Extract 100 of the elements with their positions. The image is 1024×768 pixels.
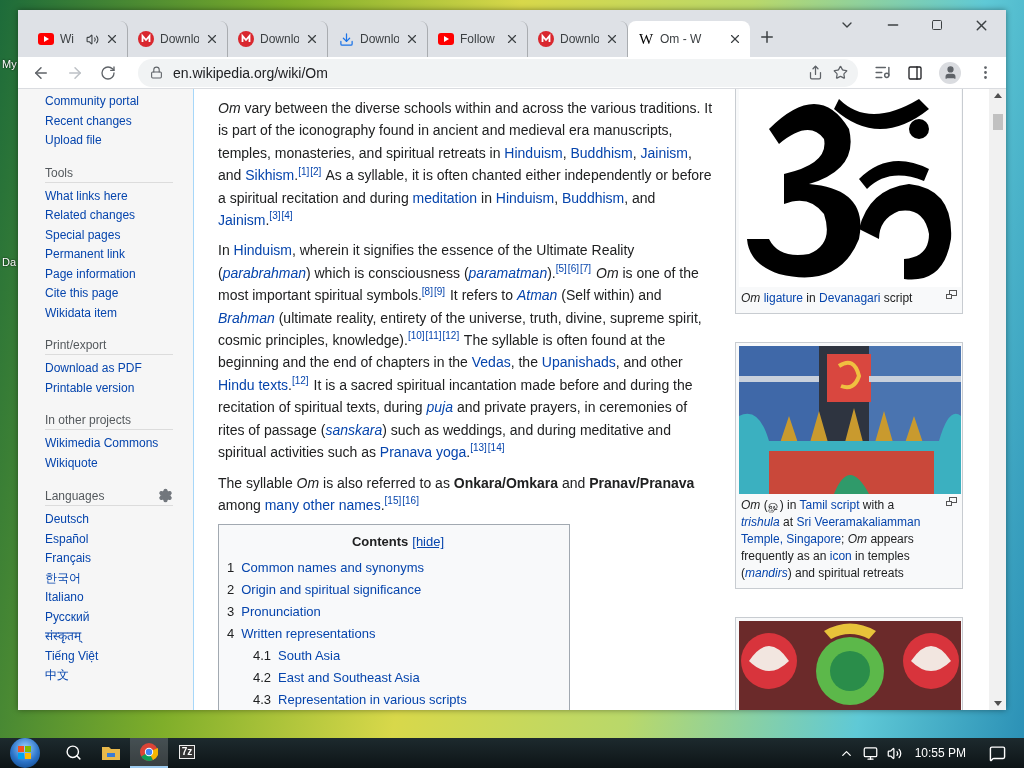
network-icon[interactable] (862, 745, 878, 761)
link[interactable]: Vedas (471, 354, 511, 371)
link[interactable]: paramatman (468, 264, 548, 281)
reference-link[interactable]: [7] (580, 263, 592, 275)
hide-link[interactable]: [hide] (412, 534, 445, 550)
star-icon[interactable] (833, 65, 848, 80)
settings-icon[interactable] (158, 488, 173, 503)
browser-tab[interactable]: Downlo (128, 21, 228, 57)
link[interactable]: Devanagari (819, 291, 881, 305)
link[interactable]: Brahman (218, 309, 275, 326)
scroll-down-icon[interactable] (993, 701, 1002, 706)
link[interactable]: Atman (516, 287, 558, 304)
browser-tab[interactable]: Wi (28, 21, 128, 57)
sidebar-link[interactable]: What links here (45, 186, 193, 206)
reference-link[interactable]: [10] (407, 330, 425, 342)
speaker-icon[interactable] (86, 32, 99, 46)
close-icon[interactable] (728, 32, 742, 46)
taskbar-app[interactable]: 7z (168, 738, 206, 768)
link[interactable]: icon (829, 549, 852, 563)
toc-link[interactable]: Origin and spiritual significance (241, 579, 422, 602)
link[interactable]: Sri Veeramakaliamman (796, 515, 921, 529)
address-bar[interactable]: en.wikipedia.org/wiki/Om (138, 58, 858, 87)
sidebar-link[interactable]: Special pages (45, 225, 193, 245)
toc-link[interactable]: Representation in various scripts (278, 689, 467, 710)
reference-link[interactable]: [4] (281, 210, 293, 222)
reference-link[interactable]: [16] (402, 495, 419, 507)
toc-link[interactable]: Common names and synonyms (241, 557, 425, 580)
sidebar-link[interactable]: Français (45, 549, 193, 569)
scrollbar[interactable] (989, 89, 1006, 710)
desktop-icon-label[interactable]: My (0, 58, 18, 70)
close-icon[interactable] (505, 32, 519, 46)
toc-link[interactable]: Written representations (241, 623, 376, 646)
sidebar-link[interactable]: Deutsch (45, 510, 193, 530)
sidebar-link[interactable]: Page information (45, 264, 193, 284)
sidebar-link[interactable]: Community portal (45, 92, 193, 112)
sidebar-link[interactable]: Italiano (45, 588, 193, 608)
link[interactable]: meditation (412, 189, 478, 206)
browser-tab[interactable]: Downlo (228, 21, 328, 57)
sidebar-link[interactable]: Download as PDF (45, 359, 193, 379)
share-icon[interactable] (808, 65, 823, 80)
sidebar-link[interactable]: Tiếng Việt (45, 646, 193, 666)
link[interactable]: Hinduism (233, 242, 292, 259)
browser-tab[interactable]: W Om - W (628, 21, 750, 57)
link[interactable]: sanskara (325, 421, 383, 438)
reference-link[interactable]: [12] (442, 330, 460, 342)
profile-avatar[interactable] (939, 61, 961, 84)
sidebar-link[interactable]: Wikimedia Commons (45, 434, 193, 454)
maximize-icon[interactable] (931, 19, 943, 31)
link[interactable]: Upanishads (541, 354, 616, 371)
reference-link[interactable]: [15] (384, 495, 402, 507)
reference-link[interactable]: [8] (421, 285, 433, 297)
reference-link[interactable]: [5] (555, 263, 567, 275)
sidebar-link[interactable]: Wikidata item (45, 303, 193, 323)
sidebar-link[interactable]: Upload file (45, 131, 193, 151)
reference-link[interactable]: [2] (310, 165, 322, 177)
link[interactable]: mandirs (745, 566, 788, 580)
close-icon[interactable] (605, 32, 619, 46)
close-icon[interactable] (105, 32, 119, 46)
sidebar-link[interactable]: Printable version (45, 378, 193, 398)
taskbar-app[interactable] (130, 738, 168, 768)
scroll-up-icon[interactable] (993, 93, 1002, 98)
browser-tab[interactable]: Downlo (328, 21, 428, 57)
reference-link[interactable]: [12] (291, 375, 309, 387)
toc-link[interactable]: Pronunciation (241, 601, 321, 624)
link[interactable]: parabrahman (222, 264, 306, 281)
enlarge-icon[interactable] (946, 497, 957, 506)
browser-tab[interactable]: Follow (428, 21, 528, 57)
link[interactable]: Buddhism (570, 144, 633, 161)
toc-link[interactable]: South Asia (278, 645, 341, 668)
link[interactable]: ligature (763, 291, 804, 305)
close-icon[interactable] (205, 32, 219, 46)
sidebar-link[interactable]: Related changes (45, 206, 193, 226)
reference-link[interactable]: [6] (567, 263, 579, 275)
side-panel-icon[interactable] (907, 64, 923, 81)
reference-link[interactable]: [9] (433, 285, 446, 297)
volume-icon[interactable] (886, 745, 902, 761)
close-icon[interactable] (305, 32, 319, 46)
link[interactable]: many other names (264, 496, 381, 513)
link[interactable]: Tamil script (799, 498, 860, 512)
close-icon[interactable] (405, 32, 419, 46)
link[interactable]: puja (426, 399, 453, 416)
sidebar-link[interactable]: Cite this page (45, 284, 193, 304)
link[interactable]: Jainism (640, 144, 688, 161)
sidebar-link[interactable]: संस्कृतम् (45, 627, 193, 647)
toc-link[interactable]: East and Southeast Asia (278, 667, 420, 690)
reference-link[interactable]: [3] (269, 210, 281, 222)
scrollbar-thumb[interactable] (992, 114, 1003, 130)
reload-icon[interactable] (100, 64, 116, 81)
media-queue-icon[interactable] (874, 64, 891, 81)
sidebar-link[interactable]: Русский (45, 607, 193, 627)
reference-link[interactable]: [11] (425, 330, 442, 342)
sidebar-link[interactable]: 한국어 (45, 568, 193, 588)
link[interactable]: trishula (741, 515, 780, 529)
link[interactable]: Hinduism (504, 144, 563, 161)
reference-link[interactable]: [13] (470, 442, 487, 454)
browser-tab[interactable]: Downlo (528, 21, 628, 57)
sidebar-link[interactable]: Español (45, 529, 193, 549)
sidebar-link[interactable]: Recent changes (45, 111, 193, 131)
sidebar-link[interactable]: 中文 (45, 666, 193, 686)
start-button[interactable] (10, 738, 40, 768)
